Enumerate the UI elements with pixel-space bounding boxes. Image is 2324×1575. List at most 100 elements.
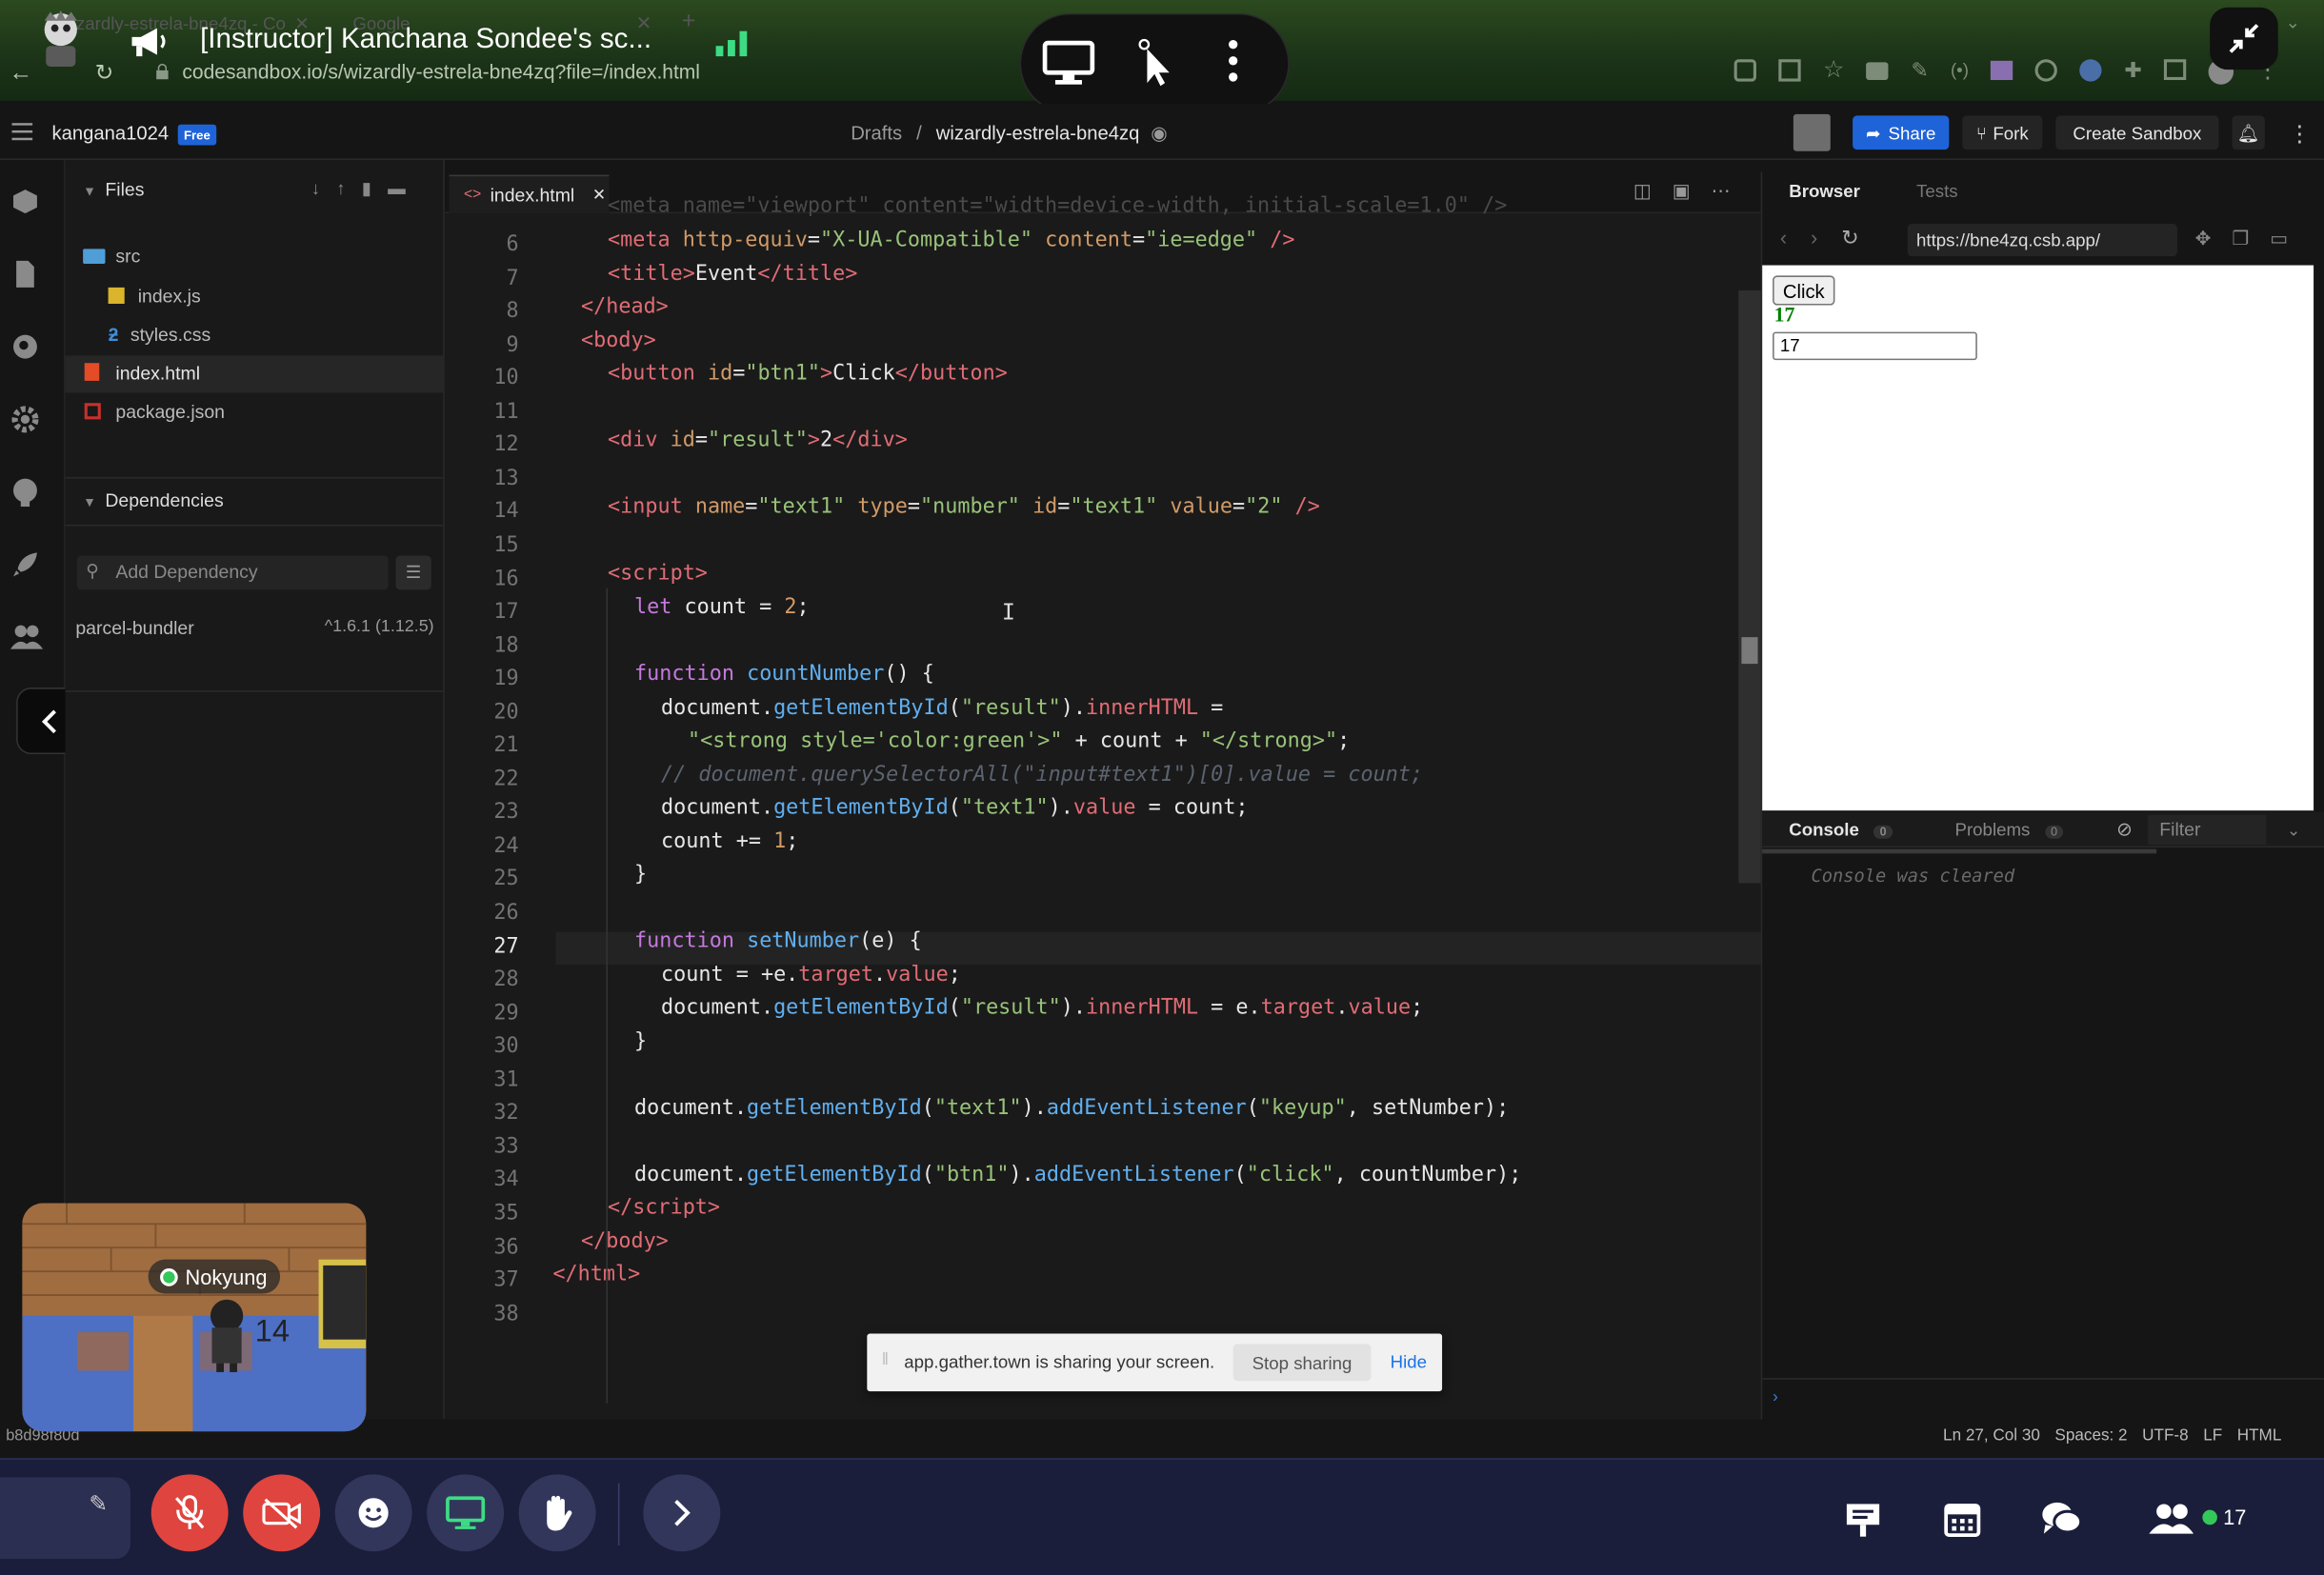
file-index-js[interactable]: index.js — [108, 286, 201, 308]
file-index-html[interactable]: index.html — [84, 363, 200, 384]
extension-icon[interactable] — [1991, 60, 2013, 81]
reload-icon[interactable]: ↻ — [95, 59, 114, 86]
line-ending[interactable]: LF — [2203, 1427, 2222, 1445]
online-dot-icon — [2202, 1509, 2217, 1525]
refresh-icon[interactable]: ↻ — [1841, 226, 1858, 250]
chevron-down-icon[interactable]: ⌄ — [2286, 11, 2301, 32]
more-vertical-icon[interactable] — [1226, 38, 1241, 86]
monitor-icon[interactable] — [1042, 38, 1095, 86]
download-icon[interactable]: ↓ — [311, 178, 320, 199]
camera-button[interactable] — [243, 1474, 321, 1552]
extension-icon[interactable] — [2079, 59, 2102, 82]
emote-button[interactable] — [334, 1474, 412, 1552]
breadcrumb-separator: / — [916, 121, 922, 144]
announcement-icon[interactable] — [1844, 1500, 1882, 1538]
sidebar-icon[interactable] — [2163, 59, 2187, 81]
add-dependency-placeholder: Add Dependency — [115, 561, 258, 583]
users-icon[interactable] — [10, 623, 44, 652]
stop-sharing-button[interactable]: Stop sharing — [1232, 1344, 1372, 1382]
back-arrow-icon[interactable]: ← — [9, 61, 32, 88]
copy-icon[interactable]: ❐ — [2232, 227, 2249, 250]
share-button[interactable]: ➦ Share — [1853, 115, 1950, 150]
calendar-icon[interactable] — [1943, 1500, 1981, 1538]
participants-icon[interactable] — [2149, 1503, 2194, 1535]
indentation[interactable]: Spaces: 2 — [2054, 1427, 2127, 1445]
share-arrow-icon: ➦ — [1866, 122, 1881, 144]
minimize-button[interactable] — [2210, 7, 2278, 70]
files-section-header[interactable]: ▼ Files — [83, 179, 144, 200]
fork-button[interactable]: ⑂ Fork — [1962, 115, 2043, 150]
screen-share-button[interactable] — [427, 1474, 505, 1552]
chevron-down-icon[interactable]: ⌄ — [2287, 821, 2300, 841]
github-icon[interactable] — [10, 477, 40, 508]
puzzle-icon[interactable]: ✚ — [2124, 58, 2141, 84]
preview-url-input[interactable]: https://bne4zq.csb.app/ — [1907, 223, 2177, 257]
preview-number-input[interactable]: 17 — [1773, 331, 1977, 361]
dependency-name[interactable]: parcel-bundler — [75, 618, 193, 639]
upload-icon[interactable]: ↑ — [336, 178, 345, 199]
tab-problems[interactable]: Problems 0 — [1954, 820, 2064, 840]
share-page-icon[interactable] — [1778, 59, 1801, 82]
tab-tests[interactable]: Tests — [1916, 181, 1958, 202]
editor-scrollbar[interactable] — [1738, 289, 1761, 884]
dependency-list-button[interactable]: ☰ — [395, 555, 431, 590]
encoding[interactable]: UTF-8 — [2142, 1427, 2189, 1445]
star-icon[interactable]: ☆ — [1823, 58, 1844, 84]
file-icon[interactable] — [10, 259, 40, 289]
console-filter-input[interactable]: Filter — [2147, 814, 2267, 845]
console-prompt-icon[interactable]: › — [1773, 1388, 1778, 1406]
bell-icon[interactable]: 🔔︎ — [2232, 115, 2265, 150]
name-edit-box[interactable] — [0, 1477, 130, 1560]
user-avatar[interactable] — [1793, 113, 1831, 151]
dependency-version[interactable]: ^1.6.1 (1.12.5) — [325, 618, 434, 636]
drag-handle-icon[interactable]: ‖ — [882, 1351, 889, 1369]
username[interactable]: kangana1024 — [51, 122, 169, 144]
file-label: index.js — [137, 286, 201, 308]
cursor-position[interactable]: Ln 27, Col 30 — [1943, 1427, 2040, 1445]
pen-icon[interactable]: ✎ — [1911, 58, 1928, 84]
sandbox-name[interactable]: wizardly-estrela-bne4zq — [936, 122, 1140, 144]
forward-icon[interactable]: › — [1811, 226, 1817, 250]
pointer-icon[interactable] — [1137, 37, 1172, 88]
hide-banner-button[interactable]: Hide — [1391, 1351, 1427, 1372]
menu-icon[interactable] — [11, 123, 33, 141]
window-icon[interactable]: ▭ — [2270, 227, 2288, 250]
create-sandbox-button[interactable]: Create Sandbox — [2055, 115, 2219, 150]
gather-video-tile[interactable] — [22, 1203, 367, 1432]
chat-icon[interactable] — [2039, 1500, 2084, 1538]
folder-src[interactable]: src — [83, 246, 140, 267]
new-folder-icon[interactable]: ▬ — [388, 178, 406, 199]
divider — [65, 690, 444, 692]
tab-console[interactable]: Console 0 — [1789, 820, 1893, 840]
tab-browser[interactable]: Browser — [1789, 181, 1860, 202]
extension-icon[interactable]: (•) — [1951, 59, 1969, 84]
install-icon[interactable] — [1733, 59, 1756, 82]
language-mode[interactable]: HTML — [2237, 1427, 2282, 1445]
camera-off-icon — [262, 1498, 301, 1529]
file-styles-css[interactable]: ƻ styles.css — [109, 325, 211, 346]
breadcrumb-drafts[interactable]: Drafts — [851, 122, 902, 144]
preview-click-button[interactable]: Click — [1773, 275, 1835, 306]
extension-icon[interactable] — [2034, 59, 2058, 82]
rocket-icon[interactable] — [10, 549, 40, 579]
expand-button[interactable] — [643, 1474, 721, 1552]
more-vertical-icon[interactable]: ⋮ — [2289, 120, 2311, 147]
file-label: package.json — [115, 401, 226, 423]
raise-hand-button[interactable] — [518, 1474, 596, 1552]
add-dependency-input[interactable]: Add Dependency — [76, 555, 389, 590]
browser-url[interactable]: codesandbox.io/s/wizardly-estrela-bne4zq… — [182, 61, 700, 83]
dependencies-section-header[interactable]: ▼ Dependencies — [83, 490, 224, 511]
scrollbar-thumb[interactable] — [1741, 637, 1758, 665]
gear-icon[interactable] — [10, 405, 40, 434]
cube-icon[interactable] — [10, 187, 40, 216]
back-icon[interactable]: ‹ — [1780, 226, 1787, 250]
open-external-icon[interactable]: ✥ — [2195, 227, 2212, 250]
search-icon[interactable] — [10, 332, 40, 362]
clear-console-icon[interactable]: ⊘ — [2116, 818, 2133, 842]
pencil-icon[interactable]: ✎ — [89, 1490, 108, 1517]
new-tab-icon[interactable]: + — [682, 9, 696, 35]
file-package-json[interactable]: package.json — [84, 401, 226, 423]
mute-button[interactable] — [150, 1474, 229, 1552]
new-file-icon[interactable]: ▮ — [362, 178, 371, 199]
camera-icon[interactable] — [1866, 62, 1890, 81]
